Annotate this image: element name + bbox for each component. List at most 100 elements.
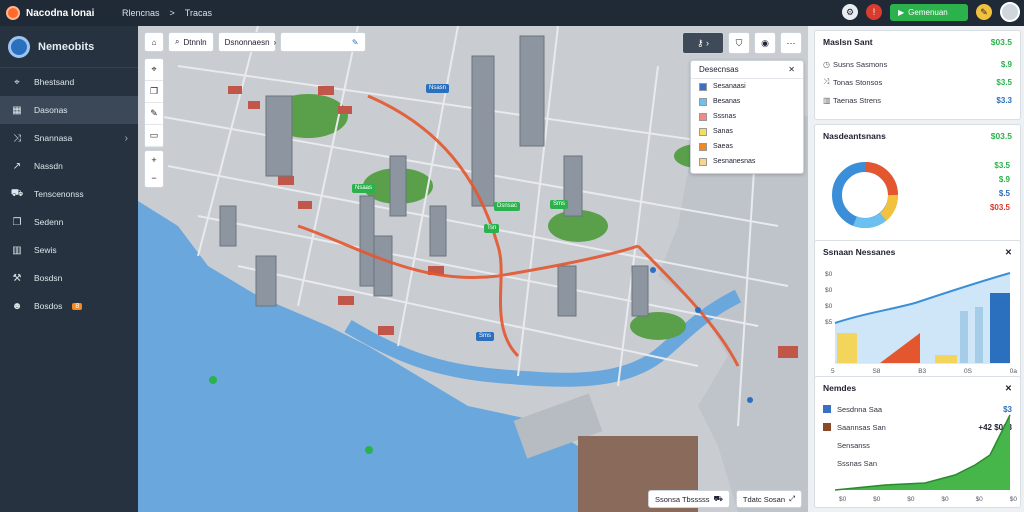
map-label[interactable]: Nsasn — [426, 84, 450, 93]
stats-icon: ▥ — [823, 95, 831, 105]
count-badge: 8 — [72, 302, 83, 310]
growth-chart — [834, 414, 1011, 491]
donut-values: $3.5 $.9 $.5 $03.5 — [990, 159, 1010, 215]
map-label[interactable]: Sms — [476, 332, 494, 341]
sidebar-item[interactable]: ▥ Sewis — [0, 236, 138, 264]
top-right-actions: ⚙ ! ▶ Gemenuan ✎ — [842, 2, 1020, 22]
primary-action-button[interactable]: ▶ Gemenuan — [890, 3, 968, 21]
close-icon[interactable]: ✕ — [788, 65, 795, 74]
layer-item[interactable]: Sesanaasi — [691, 79, 803, 94]
area-chart — [834, 272, 1011, 364]
chevron-right-icon: › — [273, 37, 277, 47]
route-icon: ⤨ — [823, 77, 830, 86]
right-panel: Maslsn Sant $03.5 ◷ Susns Sasmons $.9 ⤨ Tona… — [812, 26, 1024, 512]
sidebar-item[interactable]: ⛟ Tenscenonss — [0, 180, 138, 208]
filter-input[interactable]: Dsnonnaesn › — [217, 32, 277, 52]
x-axis-labels: $0 $0 $0 $0 $0 $0 — [839, 496, 1017, 503]
layer-item[interactable]: Saeas — [691, 139, 803, 154]
layer-item[interactable]: Sesnanesnas — [691, 154, 803, 169]
donut-segment — [864, 162, 898, 196]
edit-icon: ✎ — [351, 37, 359, 47]
app-brand: Nacodna Ionai — [0, 6, 138, 20]
notification-icon[interactable]: ✎ — [976, 4, 992, 20]
sidebar-item[interactable]: ↗ Nassdn — [0, 152, 138, 180]
bar-mark — [990, 293, 1010, 363]
car-icon: ⛟ — [10, 187, 24, 199]
donut-value: $03.5 — [989, 203, 1010, 212]
donut-chart — [832, 162, 898, 229]
avatar[interactable] — [1000, 2, 1020, 22]
app-logo-icon — [6, 6, 20, 20]
pin-tool-icon[interactable]: ⌖ — [145, 59, 163, 81]
sidebar-item[interactable]: ⌖ Bhestsand — [0, 68, 138, 96]
pin-icon: ⌖ — [14, 76, 20, 88]
top-bar: Nacodna Ionai Rlencnas > Tracas ⚙ ! ▶ Gem… — [0, 0, 1024, 26]
stat-row: ▥ Taenas Strens $3.3 — [823, 95, 1012, 105]
key-icon[interactable]: ⚷ › — [682, 32, 724, 54]
x-tick-label: B3 — [918, 368, 927, 375]
layers-tool-icon[interactable]: ❐ — [145, 81, 163, 103]
donut-segment — [879, 194, 898, 221]
map-label[interactable]: Tsn — [484, 224, 500, 233]
tag-icon[interactable]: ⛉ — [728, 32, 750, 54]
map-label[interactable]: Nsaas — [352, 184, 376, 193]
y-tick-label: $5 — [825, 319, 833, 326]
home-icon[interactable]: ⌂ — [144, 32, 164, 52]
stats-card: Maslsn Sant $03.5 ◷ Susns Sasmons $.9 ⤨ Tona… — [814, 30, 1021, 120]
zoom-in-icon[interactable]: + — [145, 151, 163, 169]
orders-card: Nemdes ✕ Sesdnna Saa $3 Saannsas San +42 $0… — [814, 376, 1021, 508]
trend-card: Ssnaan Nessanes ✕ $0 $0 $0 $5 5 S8 B3 0S … — [814, 240, 1021, 380]
map-label[interactable]: Sms — [550, 200, 568, 209]
measure-tool-icon[interactable]: ▭ — [145, 125, 163, 147]
bar-mark — [975, 307, 983, 363]
close-icon[interactable]: ✕ — [1005, 247, 1012, 258]
search-icon: ⌕ — [175, 37, 180, 46]
x-tick-label: $0 — [907, 496, 915, 503]
zoom-out-icon[interactable]: − — [145, 169, 163, 187]
layers-panel: Desecnsas ✕ Sesanaasi Besanas Sssnas Sana… — [690, 60, 804, 174]
headline-value: $03.5 — [990, 131, 1012, 141]
donut-value: $.9 — [998, 175, 1010, 184]
layer-swatch — [699, 127, 707, 136]
map-view-controls: ⚷ › ⛉ ◉ ⋯ — [682, 32, 802, 54]
tool-icon: ⚒ — [12, 272, 22, 284]
breadcrumb-item[interactable]: Rlencnas — [122, 8, 160, 18]
zoom-controls: + − — [144, 150, 164, 188]
map-label[interactable]: Dsnsac — [494, 202, 521, 211]
sidebar-item[interactable]: ⚒ Bosdsn — [0, 264, 138, 292]
card-title: Nasdeantsnans — [823, 131, 886, 141]
map-view[interactable]: Nsaas Dsnsac Sms Nsasn Tsn Sms ⌂ ⌕ Dtnnln… — [138, 26, 808, 512]
breadcrumb-item[interactable]: Tracas — [185, 8, 212, 18]
area-series — [835, 415, 1010, 490]
layer-swatch — [699, 157, 707, 166]
x-tick-label: $0 — [975, 496, 983, 503]
settings-icon[interactable]: ⚙ — [842, 4, 858, 20]
sidebar-item[interactable]: ▦ Dasonas — [0, 96, 138, 124]
search-button[interactable]: ⌕ Dtnnln — [168, 32, 214, 52]
sidebar-item[interactable]: ❐ Sedenn — [0, 208, 138, 236]
route-select[interactable]: ✎ — [279, 32, 366, 52]
sidebar-item[interactable]: ☻ Bosdos 8 — [0, 292, 138, 320]
layer-item[interactable]: Sanas — [691, 124, 803, 139]
card-title: Maslsn Sant — [823, 37, 873, 47]
map-footer-button[interactable]: Tdatc Sosan ⤢ — [735, 490, 802, 508]
x-tick-label: S8 — [872, 368, 881, 375]
layers-icon: ❐ — [12, 216, 22, 228]
app-title: Nacodna Ionai — [26, 7, 95, 19]
sidebar-item[interactable]: ⤨ Snannasa › — [0, 124, 138, 152]
draw-tool-icon[interactable]: ✎ — [145, 103, 163, 125]
close-icon[interactable]: ✕ — [1005, 383, 1012, 394]
y-tick-label: $0 — [825, 303, 833, 310]
layer-item[interactable]: Besanas — [691, 94, 803, 109]
headline-value: $03.5 — [990, 37, 1012, 47]
user-icon: ☻ — [11, 300, 23, 312]
map-toolbar: ⌂ ⌕ Dtnnln Dsnonnaesn › ✎ — [144, 32, 366, 52]
x-tick-label: 0S — [963, 368, 972, 375]
x-axis-labels: 5 S8 B3 0S 0a — [831, 368, 1017, 375]
layer-swatch — [699, 142, 707, 151]
map-footer-button[interactable]: Ssonsa Tbsssss ⛟ — [647, 490, 730, 508]
layer-item[interactable]: Sssnas — [691, 109, 803, 124]
locate-icon[interactable]: ◉ — [754, 32, 776, 54]
more-icon[interactable]: ⋯ — [780, 32, 802, 54]
alert-icon[interactable]: ! — [866, 4, 882, 20]
